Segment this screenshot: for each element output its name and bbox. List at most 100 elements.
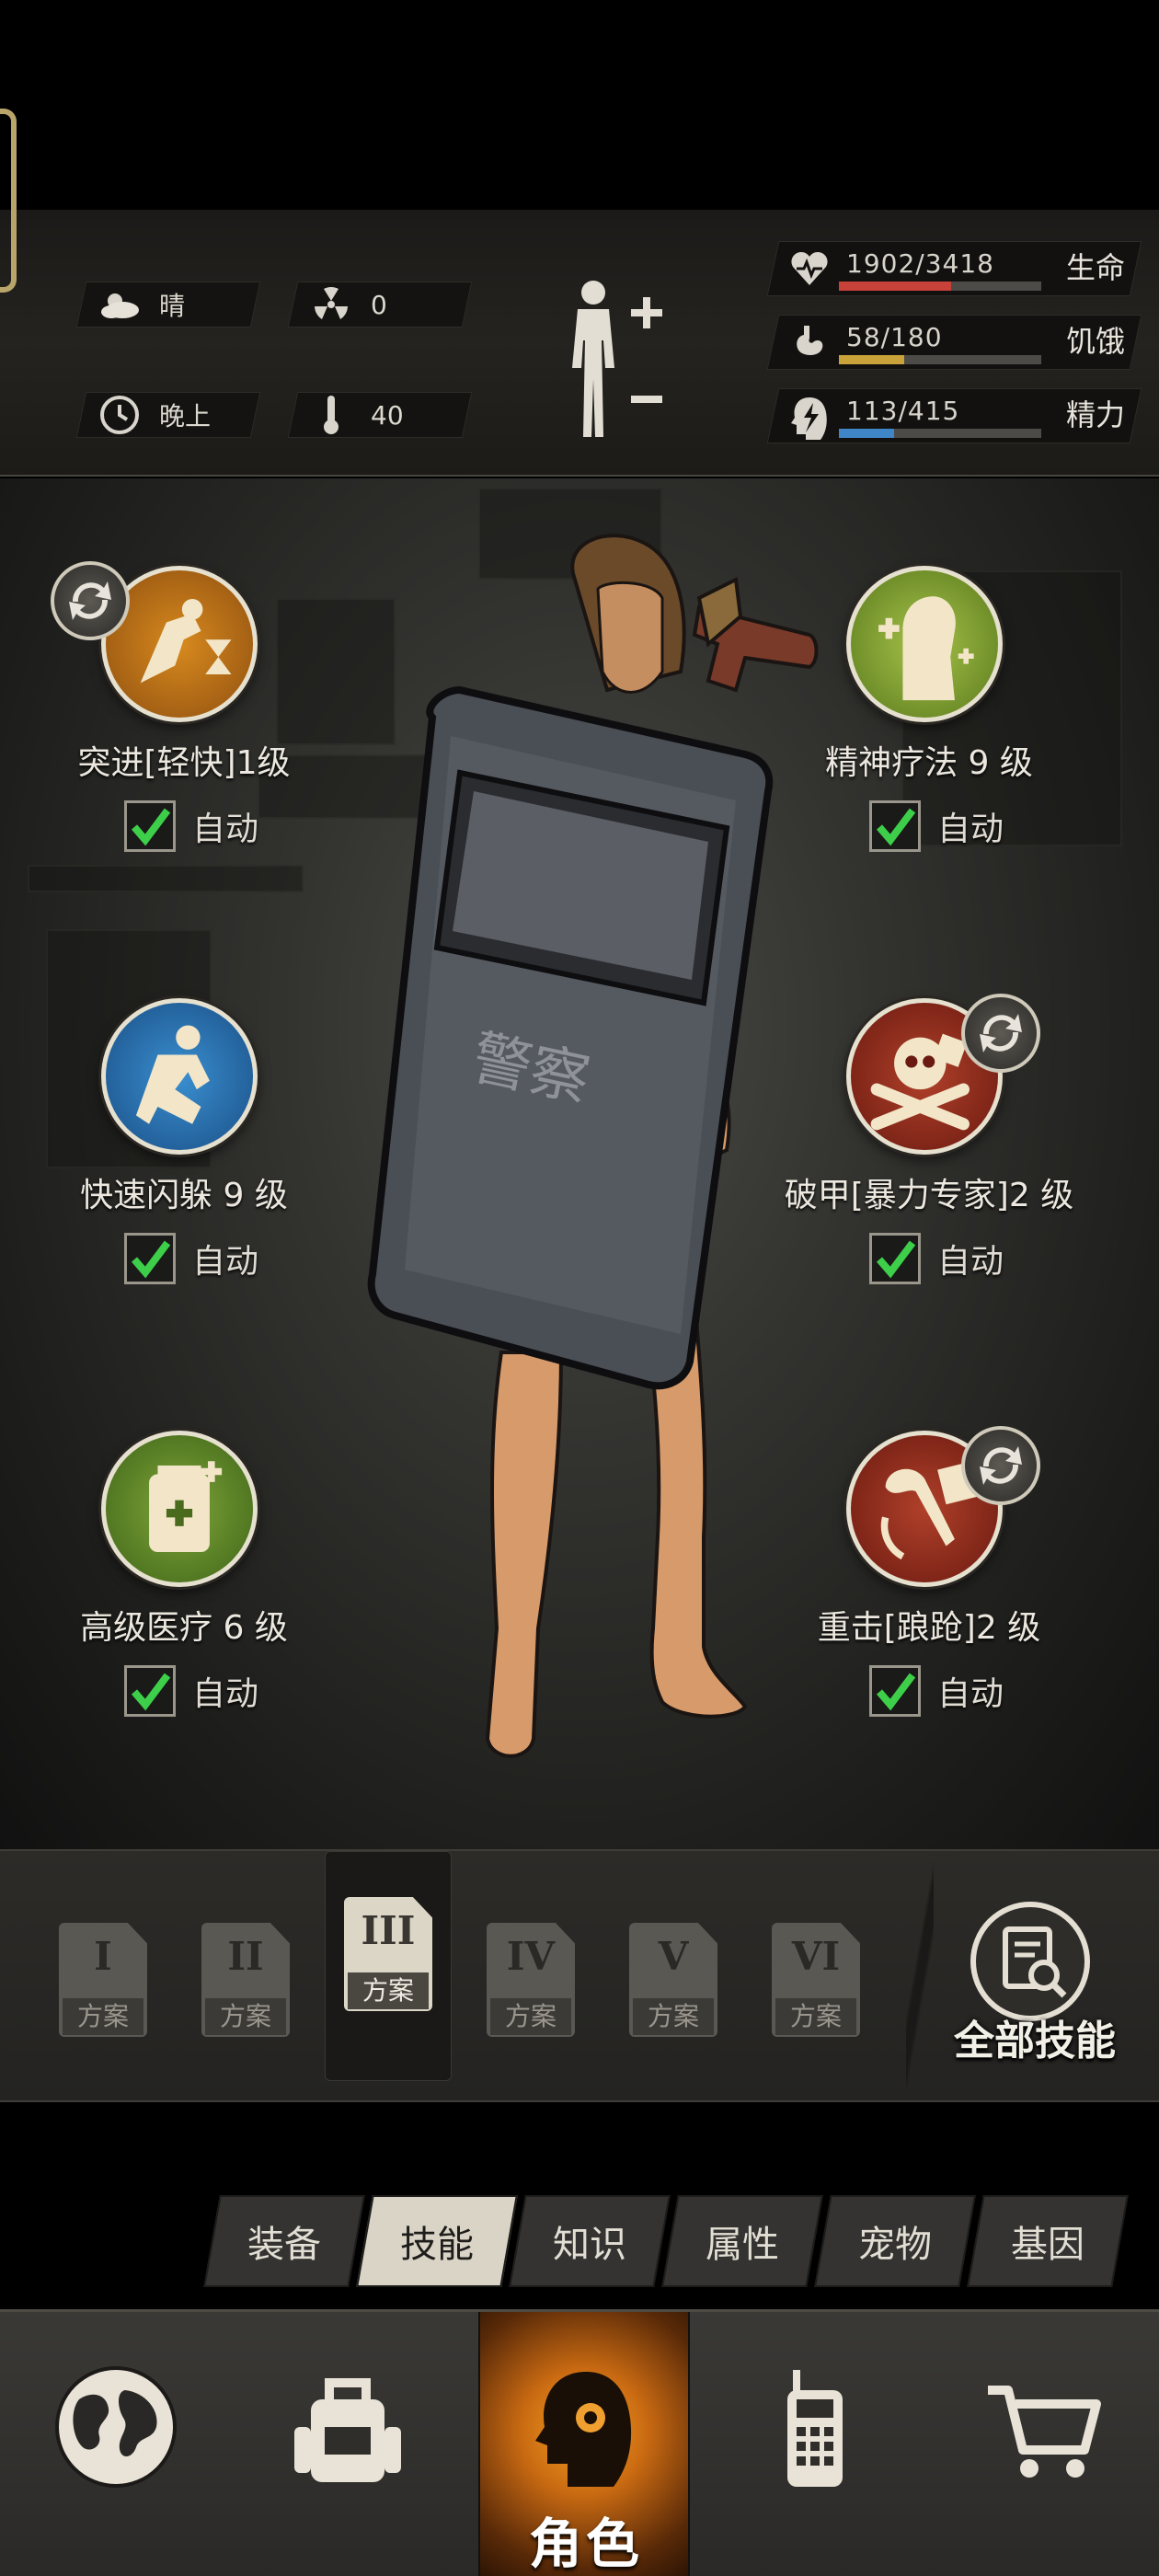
plan-tab-1[interactable]: I 方案 [55,1906,151,2044]
auto-label: 自动 [937,1675,1004,1713]
plan-numeral: III [361,1908,416,1953]
energy-bar [839,429,894,438]
hunger-value: 58/180 [846,322,943,352]
plan-label: 方案 [633,1998,714,2035]
plan-numeral: V [658,1934,689,1979]
energy-stat: 113/415 精力 [766,388,1142,443]
mind-therapy-icon[interactable] [846,566,1003,722]
temperature-slot: 40 [287,392,473,438]
radiation-icon [310,283,352,326]
plan-numeral: II [227,1934,264,1979]
tab-label: 基因 [1011,2224,1084,2266]
tab-knowledge[interactable]: 知识 [509,2195,671,2287]
character-scene: 警察 突进[轻快]1级 自动 快速闪躲 9 级 自动 高级医疗 6 级 自动 精… [0,478,1159,1849]
status-panel: 晴 0 晚上 40 1902/3418 生命 58/180 饥饿 113/415… [0,109,1159,477]
plan-label: 方案 [63,1998,143,2035]
nav-radio[interactable] [699,2312,931,2576]
plan-label: 方案 [348,1972,429,2009]
health-label: 生命 [1065,250,1125,285]
auto-checkbox[interactable] [124,1665,176,1717]
tab-label: 装备 [247,2224,321,2266]
skill-slot-left-2[interactable]: 快速闪躲 9 级 自动 [0,911,368,1284]
tab-label: 技能 [400,2224,474,2266]
tab-attributes[interactable]: 属性 [661,2195,823,2287]
stomach-icon [789,322,830,362]
nav-world[interactable] [0,2312,232,2576]
skill-slot-right-1[interactable]: 精神疗法 9 级 自动 [745,478,1113,852]
energy-value: 113/415 [846,396,960,426]
checkmark-icon [131,1673,171,1711]
checkmark-icon [876,1673,916,1711]
checkmark-icon [131,808,171,846]
nav-character-label: 角色 [528,2513,643,2575]
side-drawer-handle[interactable] [0,109,17,293]
auto-checkbox[interactable] [869,1233,921,1284]
plan-label: 方案 [205,1998,286,2035]
nav-shop[interactable] [927,2312,1159,2576]
all-skills-label: 全部技能 [954,2018,1116,2064]
skill-slot-left-3[interactable]: 高级医疗 6 级 自动 [0,1343,368,1717]
skill-name: 重击[踉跄]2 级 [817,1609,1041,1647]
auto-checkbox[interactable] [869,1665,921,1717]
time-slot: 晚上 [75,392,261,438]
skill-name: 精神疗法 9 级 [825,744,1033,782]
plan-label: 方案 [775,1998,856,2035]
health-bar [839,282,952,291]
plan-tab-5[interactable]: V 方案 [625,1906,721,2044]
plan-tab-2[interactable]: II 方案 [198,1906,293,2044]
auto-checkbox[interactable] [869,800,921,852]
tab-label: 属性 [706,2224,779,2266]
globe-icon [52,2363,180,2491]
tab-genes[interactable]: 基因 [967,2195,1129,2287]
character-sub-tabs: 装备 技能 知识 属性 宠物 基因 [203,2195,1141,2287]
medical-kit-icon[interactable] [101,1431,258,1587]
auto-label: 自动 [192,1243,259,1281]
skill-slot-left-1[interactable]: 突进[轻快]1级 自动 [0,478,368,852]
all-skills-button[interactable]: 全部技能 [938,1902,1131,2076]
radiation-slot: 0 [287,282,473,328]
plan-label: 方案 [490,1998,571,2035]
body-status-figure[interactable] [552,276,671,442]
checkmark-icon [876,808,916,846]
room-furniture [28,865,304,892]
backpack-icon [283,2363,412,2491]
nav-character[interactable]: 角色 [478,2312,690,2576]
auto-checkbox[interactable] [124,1233,176,1284]
dodge-icon[interactable] [101,998,258,1155]
radio-icon [751,2363,879,2491]
skill-slot-right-2[interactable]: 破甲[暴力专家]2 级 自动 [745,911,1113,1284]
plan-tab-3[interactable]: III 方案 [340,1897,436,2035]
auto-label: 自动 [192,1675,259,1713]
health-value: 1902/3418 [846,248,994,279]
cart-icon [979,2363,1107,2491]
human-body-icon [572,281,662,437]
plan-numeral: I [94,1934,112,1979]
auto-checkbox[interactable] [124,800,176,852]
tab-label: 宠物 [858,2224,932,2266]
document-search-icon [970,1902,1090,2021]
skill-name: 突进[轻快]1级 [77,744,291,782]
tab-skills[interactable]: 技能 [356,2195,518,2287]
skill-name: 快速闪躲 9 级 [80,1177,288,1214]
plan-tab-4[interactable]: IV 方案 [483,1906,579,2044]
skill-name: 破甲[暴力专家]2 级 [784,1177,1074,1214]
skill-name: 高级医疗 6 级 [80,1609,288,1647]
swap-arrows-icon[interactable] [51,561,130,640]
auto-label: 自动 [937,1243,1004,1281]
tab-equipment[interactable]: 装备 [203,2195,365,2287]
tab-pets[interactable]: 宠物 [814,2195,976,2287]
checkmark-icon [876,1240,916,1279]
plan-numeral: IV [506,1934,556,1979]
swap-arrows-icon[interactable] [961,1426,1040,1505]
nav-backpack[interactable] [232,2312,464,2576]
swap-arrows-icon[interactable] [961,994,1040,1073]
health-stat: 1902/3418 生命 [766,241,1142,296]
plan-numeral: VI [791,1934,841,1979]
plan-tab-6[interactable]: VI 方案 [768,1906,864,2044]
thermometer-icon [310,394,352,436]
heart-pulse-icon [789,248,830,289]
clock-icon [98,394,141,436]
energy-label: 精力 [1065,397,1125,432]
skill-slot-right-3[interactable]: 重击[踉跄]2 级 自动 [745,1343,1113,1717]
radiation-value: 0 [371,289,387,320]
